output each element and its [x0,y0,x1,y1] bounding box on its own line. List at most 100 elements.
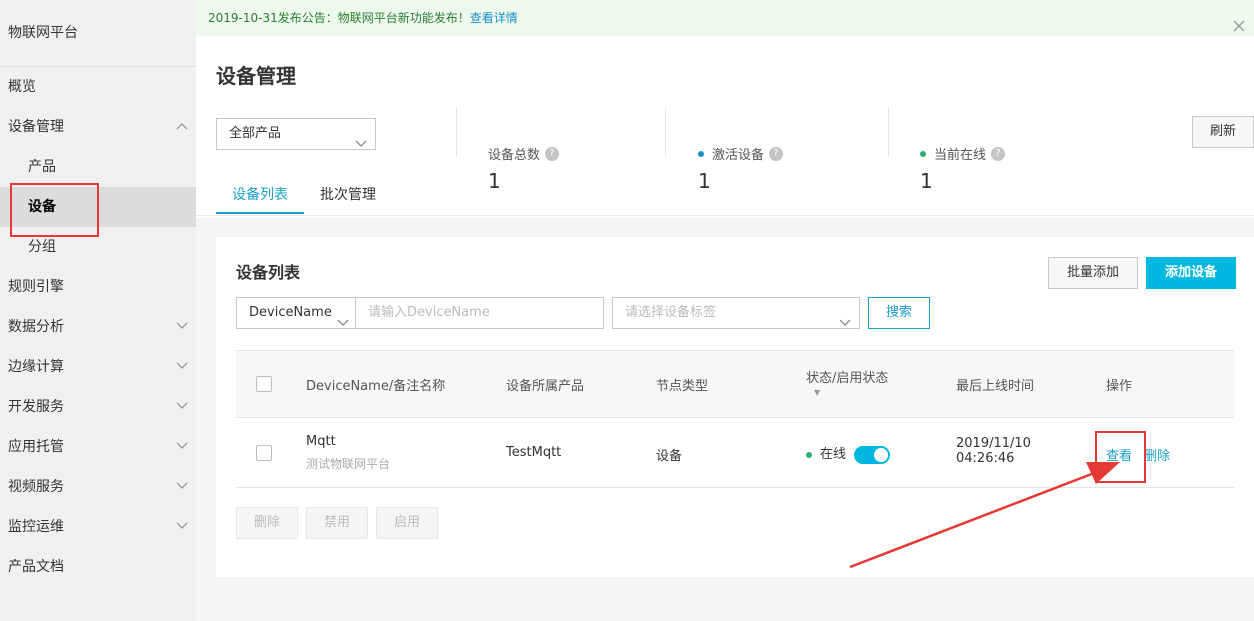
batch-add-button[interactable]: 批量添加 [1048,257,1138,289]
last-online-cell: 2019/11/10 04:26:46 [956,436,1031,466]
status-text: 在线 [820,447,847,462]
stat-label: 设备总数 [488,148,541,163]
device-list-card: 设备列表 批量添加 添加设备 DeviceName 请输入DeviceName … [216,237,1254,577]
sidebar-item-overview[interactable]: 概览 [0,67,196,107]
sidebar-item-app-hosting[interactable]: 应用托管 [0,427,196,467]
column-header: 最后上线时间 [956,379,1035,394]
chevron-down-icon [176,442,188,452]
filter-field-value: DeviceName [249,305,332,320]
sidebar-item-device[interactable]: 设备 [0,187,196,227]
last-online-date: 2019/11/10 [956,436,1031,451]
status-dot-icon [920,150,926,157]
tab-batch-management[interactable]: 批次管理 [304,178,392,214]
bulk-disable-button[interactable]: 禁用 [306,507,368,539]
sidebar-item-monitoring[interactable]: 监控运维 [0,507,196,547]
device-name-cell: Mqtt 测试物联网平台 [306,434,390,472]
chevron-down-icon [176,522,188,532]
sidebar-item-data-analysis[interactable]: 数据分析 [0,307,196,347]
filter-field-select[interactable]: DeviceName [236,297,356,329]
stat-total: 设备总数? 1 [488,144,560,194]
online-dot-icon [806,452,812,458]
device-table: DeviceName/备注名称 设备所属产品 节点类型 状态/启用状态 ▼ 最后… [236,350,1234,488]
help-icon[interactable]: ? [769,146,784,161]
device-tag-select[interactable]: 请选择设备标签 [612,297,860,329]
row-checkbox[interactable] [256,445,272,461]
notice-link[interactable]: 查看详情 [470,11,518,25]
last-online-time: 04:26:46 [956,451,1015,466]
stat-divider [665,108,666,156]
tag-select-placeholder: 请选择设备标签 [625,305,717,320]
column-header: 状态/启用状态 [806,371,889,386]
stat-value: 1 [698,169,711,193]
refresh-button[interactable]: 刷新 [1192,116,1254,148]
sidebar-item-label: 应用托管 [8,439,64,455]
chevron-down-icon [176,322,188,332]
main-content: 2019-10-31发布公告：物联网平台新功能发布！查看详情 设备管理 全部产品… [196,0,1254,621]
notice-bar: 2019-10-31发布公告：物联网平台新功能发布！查看详情 [196,0,1254,36]
sidebar-item-rule-engine[interactable]: 规则引擎 [0,267,196,307]
column-header-status[interactable]: 状态/启用状态 ▼ [806,367,888,397]
sidebar-item-product[interactable]: 产品 [0,147,196,187]
chevron-down-icon [355,130,367,160]
chevron-down-icon [176,482,188,492]
sort-down-icon[interactable]: ▼ [814,388,888,397]
actions-cell: 查看 删除 [1106,445,1170,464]
search-button[interactable]: 搜索 [868,297,930,329]
sidebar-item-group[interactable]: 分组 [0,227,196,267]
stat-activated: 激活设备? 1 [698,144,784,194]
page-title: 设备管理 [216,64,296,88]
chevron-down-icon [176,362,188,372]
stat-divider [456,108,457,156]
column-header: DeviceName/备注名称 [306,379,446,394]
column-header: 操作 [1106,379,1133,394]
sidebar-item-docs[interactable]: 产品文档 [0,547,196,587]
sidebar-item-label: 设备管理 [8,119,64,135]
status-cell: 在线 [806,443,891,464]
product-select-value: 全部产品 [229,126,282,141]
chevron-down-icon [839,309,851,339]
device-name: Mqtt [306,434,336,449]
notice-text: 2019-10-31发布公告：物联网平台新功能发布！ [208,11,470,25]
stat-value: 1 [920,169,933,193]
stat-online: 当前在线? 1 [920,144,1006,194]
stat-label: 当前在线 [934,148,987,163]
sidebar-item-label: 边缘计算 [8,359,64,375]
add-device-button[interactable]: 添加设备 [1146,257,1236,289]
tab-underline [196,215,1254,216]
bulk-delete-button[interactable]: 删除 [236,507,298,539]
chevron-down-icon [176,402,188,412]
close-icon[interactable] [1232,11,1246,32]
product-select[interactable]: 全部产品 [216,118,376,150]
sidebar-item-video-service[interactable]: 视频服务 [0,467,196,507]
sidebar-menu: 概览 设备管理 产品 设备 分组 规则引擎 数据分析 边缘计算 开发服务 应用托… [0,67,196,587]
enable-toggle[interactable] [854,445,891,464]
column-header: 设备所属产品 [506,379,585,394]
device-product: TestMqtt [506,445,562,460]
device-note: 测试物联网平台 [306,457,391,471]
tab-bar: 设备列表 批次管理 [216,178,392,214]
table-row: Mqtt 测试物联网平台 TestMqtt 设备 在线 2019/11/10 0… [236,418,1234,488]
table-header: DeviceName/备注名称 设备所属产品 节点类型 状态/启用状态 ▼ 最后… [236,350,1234,418]
delete-link[interactable]: 删除 [1144,449,1170,464]
stat-divider [888,108,889,156]
stat-label: 激活设备 [712,148,765,163]
status-dot-icon [698,150,704,157]
chevron-down-icon [337,309,349,339]
sidebar-item-device-management[interactable]: 设备管理 [0,107,196,147]
tab-device-list[interactable]: 设备列表 [216,178,304,214]
chevron-up-icon [176,122,188,132]
device-name-input[interactable]: 请输入DeviceName [356,297,604,329]
help-icon[interactable]: ? [545,146,560,161]
sidebar-item-edge-computing[interactable]: 边缘计算 [0,347,196,387]
card-title: 设备列表 [236,263,301,282]
sidebar-item-label: 开发服务 [8,399,64,415]
sidebar-item-label: 监控运维 [8,519,64,535]
help-icon[interactable]: ? [991,146,1006,161]
column-header: 节点类型 [656,379,709,394]
sidebar-item-dev-service[interactable]: 开发服务 [0,387,196,427]
select-all-checkbox[interactable] [256,376,272,392]
bulk-enable-button[interactable]: 启用 [376,507,438,539]
view-link[interactable]: 查看 [1106,449,1132,464]
node-type: 设备 [656,449,683,464]
sidebar: 物联网平台 概览 设备管理 产品 设备 分组 规则引擎 数据分析 边缘计算 开发… [0,0,196,621]
